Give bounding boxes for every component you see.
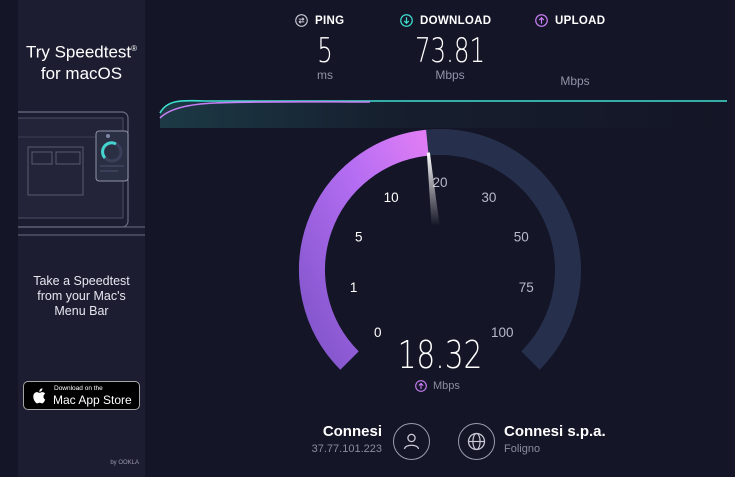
upload-unit: Mbps: [560, 74, 590, 88]
server-name: Connesi s.p.a.: [504, 423, 606, 440]
gauge-tick-label-1: 1: [350, 280, 358, 295]
gauge-tick-label-75: 75: [519, 280, 534, 295]
isp-info: Connesi 37.77.101.223: [285, 423, 382, 455]
current-speed-value: 18.32: [397, 333, 483, 377]
gauge-tick-label-10: 10: [384, 190, 399, 205]
ad-title: Try Speedtest® for macOS: [25, 42, 138, 83]
globe-icon: [467, 432, 486, 451]
upload-arrow-icon: [415, 380, 427, 392]
upload-label: UPLOAD: [555, 14, 606, 27]
server-location: Foligno: [504, 443, 541, 455]
download-arrow-icon: [400, 14, 413, 27]
appstore-big-text: Mac App Store: [53, 393, 132, 407]
ping-value: 5: [317, 31, 333, 71]
gauge-fill-arc: [299, 129, 429, 370]
right-margin: [727, 0, 735, 477]
gauge-tick-label-30: 30: [481, 190, 496, 205]
gauge-tick-label-20: 20: [432, 175, 447, 190]
speedtest-main: PING 5 ms DOWNLOAD 73.81 Mbps UPLOAD Mbp…: [145, 0, 727, 477]
macos-ad-banner[interactable]: Try Speedtest® for macOS Take a Speedtes…: [18, 0, 145, 477]
download-metric: DOWNLOAD 73.81 Mbps: [400, 14, 500, 82]
ping-label: PING: [315, 14, 345, 27]
ad-subtitle: Take a Speedtest from your Mac's Menu Ba…: [33, 274, 130, 318]
upload-metric: UPLOAD Mbps: [535, 14, 615, 88]
isp-name: Connesi: [322, 423, 382, 440]
appstore-small-text: Download on the: [54, 385, 103, 392]
gauge-tick-label-50: 50: [514, 229, 529, 244]
ping-icon: [295, 14, 308, 27]
gauge-tick-label-5: 5: [355, 229, 363, 244]
change-server-button[interactable]: [458, 423, 495, 460]
person-icon: [403, 433, 420, 450]
isp-ip: 37.77.101.223: [311, 443, 382, 455]
current-speed-unit: Mbps: [415, 380, 460, 392]
mac-app-store-badge[interactable]: Download on the Mac App Store: [23, 381, 140, 410]
laptop-illustration: [18, 111, 145, 236]
gauge-tick-label-100: 100: [491, 325, 514, 340]
download-value: 73.81: [414, 31, 486, 71]
upload-arrow-icon: [535, 14, 548, 27]
ookla-credit: by OOKLA: [110, 460, 139, 466]
user-icon[interactable]: [393, 423, 430, 460]
left-margin: [0, 0, 18, 477]
gauge-tick-labels: 0 1 5 10 20 30 50 75 100: [350, 175, 534, 340]
ping-metric: PING 5 ms: [295, 14, 355, 82]
download-label: DOWNLOAD: [420, 14, 492, 27]
speed-unit-label: Mbps: [433, 380, 460, 392]
gauge-tick-label-0: 0: [374, 325, 382, 340]
gauge-fill: [299, 129, 429, 370]
apple-logo-icon: [33, 388, 46, 404]
server-info[interactable]: Connesi s.p.a. Foligno: [504, 423, 664, 455]
